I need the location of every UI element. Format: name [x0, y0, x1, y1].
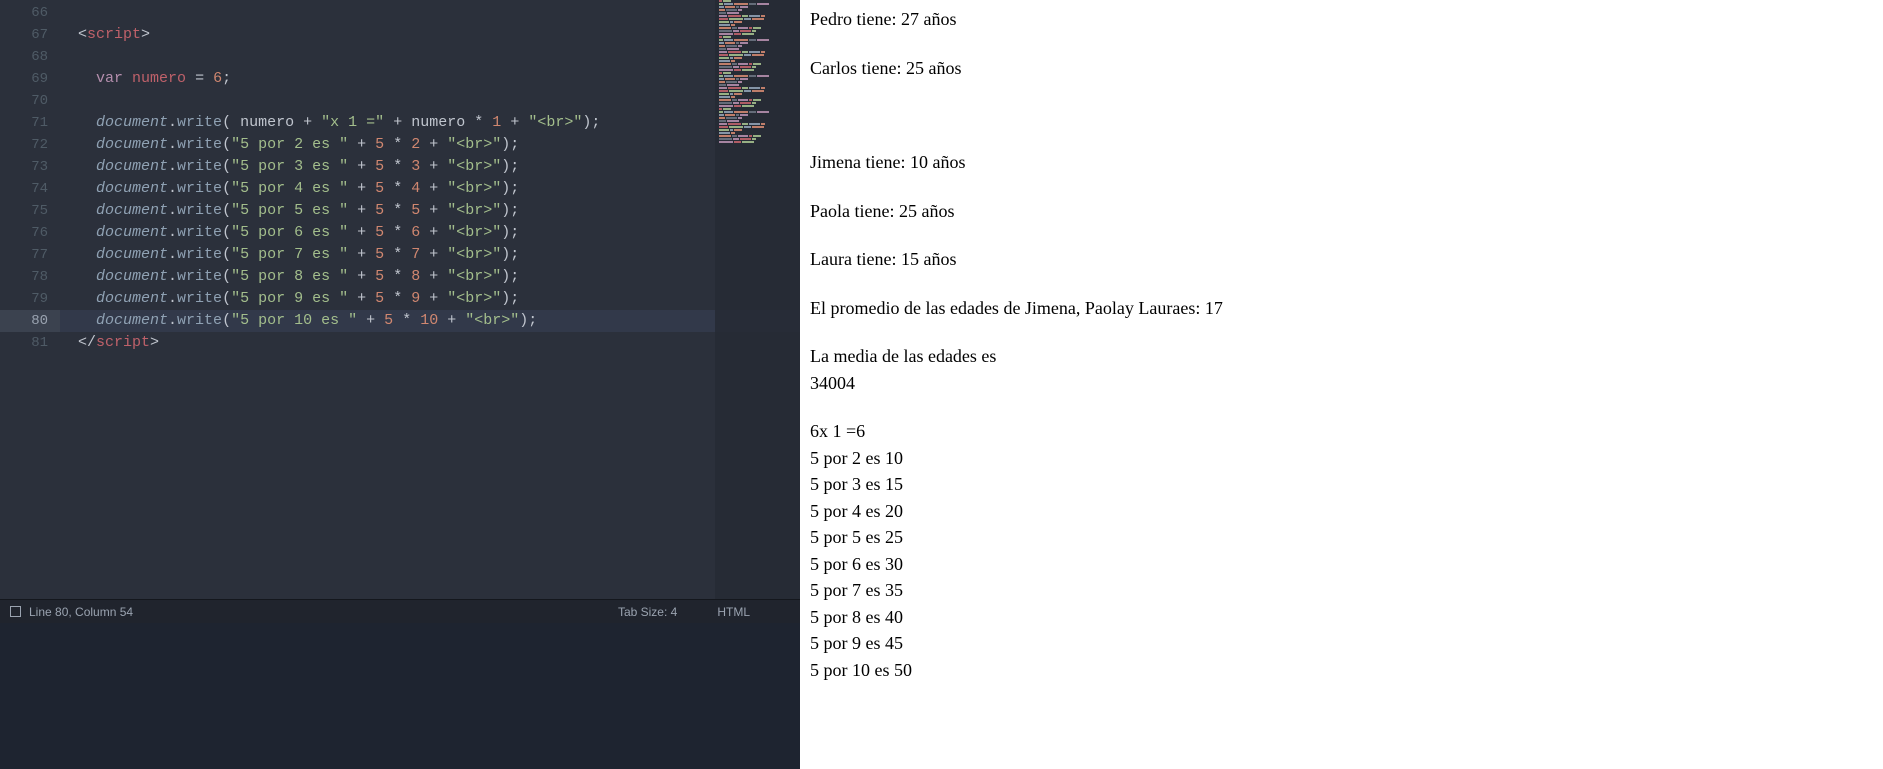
line-number: 76 — [0, 222, 48, 244]
status-syntax[interactable]: HTML — [717, 605, 750, 619]
code-line[interactable]: var numero = 6; — [60, 68, 800, 90]
preview-line: 5 por 8 es 40 — [810, 606, 1873, 629]
preview-line: Paola tiene: 25 años — [810, 200, 1873, 223]
line-number: 72 — [0, 134, 48, 156]
line-number: 74 — [0, 178, 48, 200]
code-line[interactable] — [60, 2, 800, 24]
code-line[interactable] — [60, 46, 800, 68]
status-position[interactable]: Line 80, Column 54 — [29, 605, 133, 619]
line-number: 67 — [0, 24, 48, 46]
editor-pane: 66676869707172737475767778798081 <script… — [0, 0, 800, 623]
preview-line: 6x 1 =6 — [810, 420, 1873, 443]
code-line[interactable]: document.write( numero + "x 1 =" + numer… — [60, 112, 800, 134]
preview-line: 5 por 3 es 15 — [810, 473, 1873, 496]
code-line[interactable] — [60, 90, 800, 112]
line-number: 80 — [0, 310, 60, 332]
code-line[interactable]: document.write("5 por 6 es " + 5 * 6 + "… — [60, 222, 800, 244]
preview-line: 5 por 5 es 25 — [810, 526, 1873, 549]
code-line[interactable]: document.write("5 por 4 es " + 5 * 4 + "… — [60, 178, 800, 200]
code-line[interactable]: </script> — [60, 332, 800, 354]
code-content[interactable]: <script> var numero = 6; document.write(… — [60, 0, 800, 599]
minimap[interactable] — [715, 0, 800, 599]
preview-line: 5 por 2 es 10 — [810, 447, 1873, 470]
preview-line: El promedio de las edades de Jimena, Pao… — [810, 297, 1873, 320]
preview-line: 5 por 10 es 50 — [810, 659, 1873, 682]
code-line[interactable]: document.write("5 por 10 es " + 5 * 10 +… — [60, 310, 800, 332]
code-line[interactable]: document.write("5 por 5 es " + 5 * 5 + "… — [60, 200, 800, 222]
code-line[interactable]: document.write("5 por 7 es " + 5 * 7 + "… — [60, 244, 800, 266]
line-number: 66 — [0, 2, 48, 24]
line-number: 70 — [0, 90, 48, 112]
line-number: 78 — [0, 266, 48, 288]
line-number: 79 — [0, 288, 48, 310]
browser-preview-pane: Pedro tiene: 27 años Carlos tiene: 25 año… — [800, 0, 1883, 769]
preview-line: 5 por 6 es 30 — [810, 553, 1873, 576]
code-area[interactable]: 66676869707172737475767778798081 <script… — [0, 0, 800, 599]
code-line[interactable]: document.write("5 por 2 es " + 5 * 2 + "… — [60, 134, 800, 156]
code-line[interactable]: <script> — [60, 24, 800, 46]
line-number-gutter: 66676869707172737475767778798081 — [0, 0, 60, 599]
preview-line: 5 por 9 es 45 — [810, 632, 1873, 655]
preview-line: Jimena tiene: 10 años — [810, 151, 1873, 174]
preview-line: 34004 — [810, 372, 1873, 395]
preview-line: La media de las edades es — [810, 345, 1873, 368]
status-tab-size[interactable]: Tab Size: 4 — [618, 605, 677, 619]
status-bar: Line 80, Column 54 Tab Size: 4 HTML — [0, 599, 800, 623]
line-number: 81 — [0, 332, 48, 354]
panel-toggle-icon[interactable] — [10, 606, 21, 617]
line-number: 77 — [0, 244, 48, 266]
preview-line: 5 por 7 es 35 — [810, 579, 1873, 602]
code-line[interactable]: document.write("5 por 9 es " + 5 * 9 + "… — [60, 288, 800, 310]
preview-line: Carlos tiene: 25 años — [810, 57, 1873, 80]
line-number: 69 — [0, 68, 48, 90]
preview-line: 5 por 4 es 20 — [810, 500, 1873, 523]
line-number: 68 — [0, 46, 48, 68]
code-line[interactable]: document.write("5 por 8 es " + 5 * 8 + "… — [60, 266, 800, 288]
preview-line: Pedro tiene: 27 años — [810, 8, 1873, 31]
code-line[interactable]: document.write("5 por 3 es " + 5 * 3 + "… — [60, 156, 800, 178]
line-number: 71 — [0, 112, 48, 134]
line-number: 75 — [0, 200, 48, 222]
line-number: 73 — [0, 156, 48, 178]
preview-line: Laura tiene: 15 años — [810, 248, 1873, 271]
